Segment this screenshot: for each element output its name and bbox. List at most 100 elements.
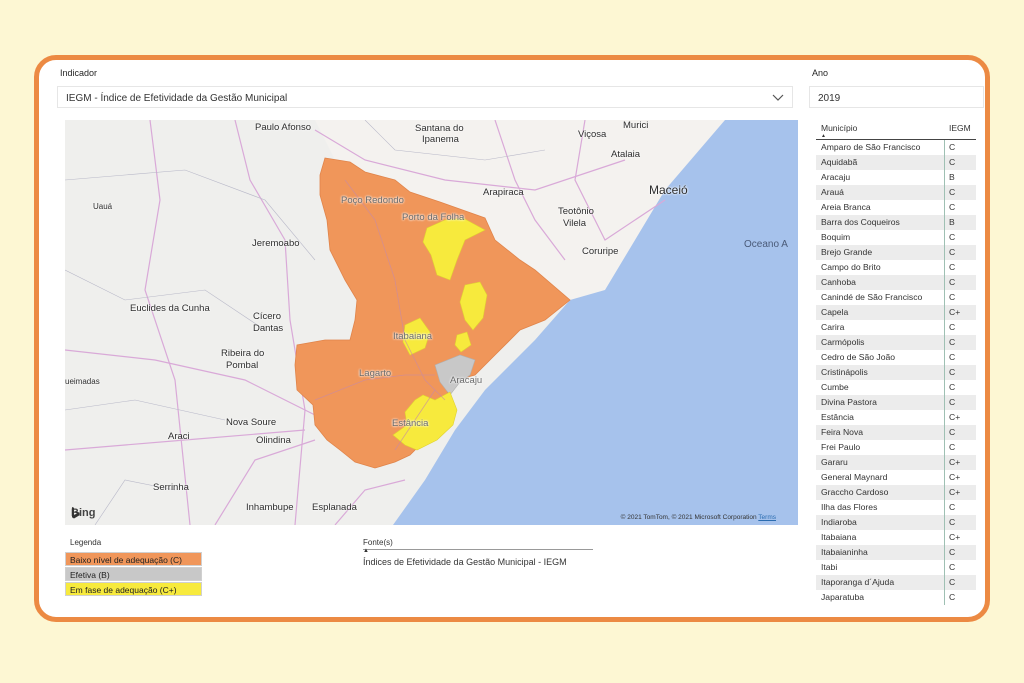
cell-iegm: C [949,277,956,287]
table-row[interactable]: Areia Branca C [816,200,976,215]
table-row[interactable]: Carmópolis C [816,335,976,350]
map-label-cicero: Cícero [253,311,281,322]
legend-item-effective[interactable]: Efetiva (B) [65,567,202,581]
table-row[interactable]: Amparo de São Francisco C [816,140,976,155]
table-row[interactable]: Graccho Cardoso C+ [816,485,976,500]
table-row[interactable]: Barra dos Coqueiros B [816,215,976,230]
municipality-table: Município ▲ IEGM Amparo de São Francisco… [816,120,976,605]
cell-iegm: C [949,247,956,257]
map-label-vicosa: Viçosa [578,129,607,140]
table-row[interactable]: Cumbe C [816,380,976,395]
column-header-iegm[interactable]: IEGM [949,123,971,133]
table-row[interactable]: General Maynard C+ [816,470,976,485]
cell-iegm: C [949,517,956,527]
table-row[interactable]: Campo do Brito C [816,260,976,275]
cell-municipio: Feira Nova [821,427,864,437]
map-label-dantas: Dantas [253,323,284,334]
cell-municipio: Gararu [821,457,848,467]
map-label-santana: Santana do [415,123,464,134]
table-row[interactable]: Itabi C [816,560,976,575]
cell-iegm: C [949,157,956,167]
map-label-atalaia: Atalaia [611,149,641,160]
table-row[interactable]: Indiaroba C [816,515,976,530]
map-label-poco-redondo: Poço Redondo [341,195,404,206]
cell-municipio: Amparo de São Francisco [821,142,921,152]
legend-item-low[interactable]: Baixo nível de adequação (C) [65,552,202,566]
cell-iegm: C+ [949,487,961,497]
table-row[interactable]: Itabaiana C+ [816,530,976,545]
map-label-ribeira: Ribeira do [221,348,265,359]
table-row[interactable]: Itaporanga d´Ajuda C [816,575,976,590]
cell-iegm: C+ [949,457,961,467]
table-row[interactable]: Cristinápolis C [816,365,976,380]
map-label-paulo-afonso: Paulo Afonso [255,122,311,133]
table-row[interactable]: Aracaju B [816,170,976,185]
cell-municipio: Brejo Grande [821,247,873,257]
cell-municipio: Arauá [821,187,844,197]
map-label-teotonio: Teotônio [558,206,594,217]
map-label-aracaju: Aracaju [450,375,483,386]
table-row[interactable]: Capela C+ [816,305,976,320]
table-row[interactable]: Japaratuba C [816,590,976,605]
cell-municipio: Cedro de São João [821,352,896,362]
bing-icon [72,507,80,519]
table-row[interactable]: Aquidabã C [816,155,976,170]
table-row[interactable]: Itabaianinha C [816,545,976,560]
cell-municipio: Canhoba [821,277,856,287]
map-label-arapiraca: Arapiraca [483,187,524,198]
table-row[interactable]: Canhoba C [816,275,976,290]
legend-item-adapting[interactable]: Em fase de adequação (C+) [65,582,202,596]
table-row[interactable]: Divina Pastora C [816,395,976,410]
cell-municipio: Capela [821,307,849,317]
cell-municipio: Carmópolis [821,337,865,347]
indicator-value: IEGM - Índice de Efetividade da Gestão M… [66,93,288,104]
terms-link[interactable]: Terms [758,514,776,521]
map-label-euclides: Euclides da Cunha [130,303,210,314]
cell-municipio: Aracaju [821,172,851,182]
map-label-queimadas: ueimadas [65,377,100,386]
cell-iegm: C [949,352,956,362]
table-row[interactable]: Frei Paulo C [816,440,976,455]
map-label-itabaiana: Itabaiana [393,331,433,342]
table-row[interactable]: Canindé de São Francisco C [816,290,976,305]
cell-iegm: C [949,382,956,392]
year-select[interactable]: 2019 [809,86,984,108]
table-row[interactable]: Ilha das Flores C [816,500,976,515]
map-label-nova-soure: Nova Soure [226,417,277,428]
table-row[interactable]: Feira Nova C [816,425,976,440]
cell-iegm: C+ [949,472,961,482]
cell-municipio: Estância [821,412,854,422]
sort-up-icon[interactable]: ▲ [821,133,826,139]
cell-iegm: B [949,172,955,182]
table-row[interactable]: Gararu C+ [816,455,976,470]
year-label: Ano [812,68,829,78]
cell-iegm: C [949,562,956,572]
cell-iegm: C+ [949,307,961,317]
table-row[interactable]: Estância C+ [816,410,976,425]
source-text: Índices de Efetividade da Gestão Municip… [363,557,567,567]
cell-municipio: Itabaiana [821,532,857,542]
cell-iegm: C [949,322,956,332]
indicator-label: Indicador [60,68,98,78]
table-row[interactable]: Boquim C [816,230,976,245]
table-row[interactable]: Carira C [816,320,976,335]
cell-municipio: Itabi [821,562,838,572]
indicator-select[interactable]: IEGM - Índice de Efetividade da Gestão M… [57,86,793,108]
year-value: 2019 [818,93,841,104]
map-label-murici: Murici [623,120,649,131]
bing-logo: Bing [71,507,96,519]
cell-municipio: Indiaroba [821,517,857,527]
map-label-araci: Araci [168,431,190,442]
sort-up-icon[interactable]: ▲ [363,548,369,554]
column-header-municipio[interactable]: Município [821,123,857,133]
cell-municipio: Itabaianinha [821,547,868,557]
table-row[interactable]: Cedro de São João C [816,350,976,365]
cell-municipio: Japaratuba [821,592,865,602]
map-visual[interactable]: Paulo Afonso Santana do Ipanema Viçosa M… [65,120,798,525]
table-row[interactable]: Brejo Grande C [816,245,976,260]
cell-iegm: C+ [949,412,961,422]
map-label-inhambupe: Inhambupe [246,502,294,513]
cell-municipio: Divina Pastora [821,397,877,407]
table-row[interactable]: Arauá C [816,185,976,200]
cell-iegm: C [949,577,956,587]
